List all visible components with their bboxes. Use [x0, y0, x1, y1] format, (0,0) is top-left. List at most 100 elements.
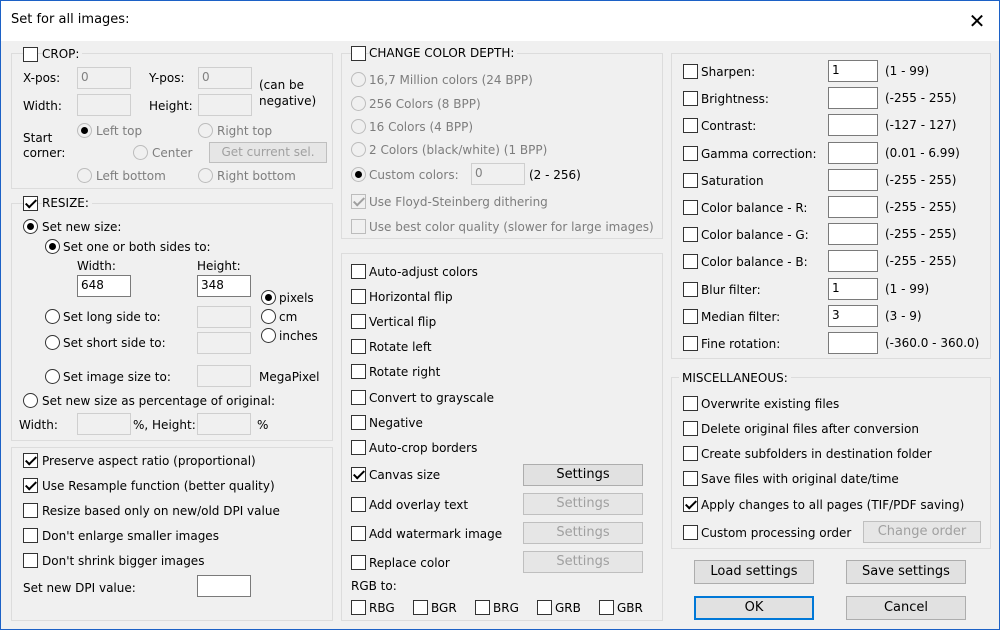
get-current-selection-button[interactable]: Get current sel. — [209, 142, 327, 163]
replace-color-checkbox[interactable] — [351, 555, 366, 570]
gamma-checkbox[interactable] — [683, 145, 698, 161]
grb-checkbox[interactable] — [537, 600, 552, 615]
radio-24bpp[interactable] — [351, 72, 366, 87]
custom-order-checkbox[interactable] — [683, 525, 698, 540]
radio-right-bottom[interactable] — [198, 168, 213, 183]
median-input[interactable]: 3 — [828, 304, 878, 327]
resample-checkbox[interactable] — [23, 478, 38, 493]
cb-r-checkbox[interactable] — [683, 200, 698, 215]
watermark-settings-button[interactable]: Settings — [523, 522, 643, 544]
long-side-input[interactable] — [197, 306, 251, 328]
cancel-button[interactable]: Cancel — [846, 596, 966, 620]
subfolders-checkbox[interactable] — [683, 446, 698, 461]
save-settings-button[interactable]: Save settings — [846, 560, 966, 584]
radio-percentage[interactable] — [23, 393, 38, 408]
radio-8bpp[interactable] — [351, 96, 366, 111]
ok-button[interactable]: OK — [694, 596, 814, 620]
negative-checkbox[interactable] — [351, 415, 366, 430]
short-side-input[interactable] — [197, 332, 251, 354]
overlay-settings-button[interactable]: Settings — [523, 493, 643, 515]
dont-enlarge-checkbox[interactable] — [23, 528, 38, 543]
pct-width-input[interactable] — [77, 413, 131, 435]
cb-g-checkbox[interactable] — [683, 227, 698, 243]
load-settings-button[interactable]: Load settings — [694, 560, 814, 584]
custom-colors-input[interactable]: 0 — [471, 163, 525, 185]
cb-b-checkbox[interactable] — [683, 254, 698, 270]
xpos-input[interactable]: 0 — [77, 67, 131, 89]
grayscale-checkbox[interactable] — [351, 390, 366, 405]
median-checkbox[interactable] — [683, 308, 698, 324]
saturation-input[interactable] — [828, 168, 878, 191]
radio-set-one-or-both[interactable] — [45, 239, 60, 254]
radio-cm[interactable] — [261, 309, 276, 324]
floyd-label: Use Floyd-Steinberg dithering — [369, 195, 548, 209]
radio-4bpp[interactable] — [351, 119, 366, 134]
watermark-checkbox[interactable] — [351, 526, 366, 541]
radio-1bpp[interactable] — [351, 142, 366, 157]
apply-all-pages-checkbox[interactable] — [683, 497, 698, 512]
resize-checkbox[interactable] — [23, 196, 38, 211]
gamma-input[interactable] — [828, 141, 878, 164]
preserve-aspect-checkbox[interactable] — [23, 453, 38, 468]
gbr-checkbox[interactable] — [599, 600, 614, 615]
radio-left-bottom[interactable] — [77, 168, 92, 183]
change-order-button[interactable]: Change order — [863, 521, 981, 543]
contrast-checkbox[interactable] — [683, 118, 698, 134]
delete-original-checkbox[interactable] — [683, 421, 698, 436]
rotate-right-checkbox[interactable] — [351, 364, 366, 379]
cm-label: cm — [279, 310, 298, 324]
ypos-input[interactable]: 0 — [198, 67, 252, 89]
floyd-checkbox[interactable] — [351, 194, 366, 209]
canvas-size-checkbox[interactable] — [351, 467, 366, 482]
saturation-checkbox[interactable] — [683, 172, 698, 188]
radio-pixels[interactable] — [261, 290, 276, 305]
color-depth-checkbox[interactable] — [351, 46, 366, 61]
radio-short-side[interactable] — [45, 335, 60, 350]
radio-custom-colors[interactable] — [351, 167, 366, 182]
original-date-checkbox[interactable] — [683, 471, 698, 486]
replace-settings-button[interactable]: Settings — [523, 551, 643, 573]
brightness-checkbox[interactable] — [683, 91, 698, 107]
close-icon[interactable]: ✕ — [959, 7, 995, 35]
cb-g-input[interactable] — [828, 223, 878, 246]
radio-inches[interactable] — [261, 328, 276, 343]
dpi-input[interactable] — [197, 575, 251, 597]
brg-checkbox[interactable] — [475, 600, 490, 615]
radio-long-side[interactable] — [45, 309, 60, 324]
radio-left-top[interactable] — [77, 123, 92, 138]
resize-height-input[interactable]: 348 — [197, 275, 251, 297]
dpi-only-checkbox[interactable] — [23, 503, 38, 518]
dont-shrink-checkbox[interactable] — [23, 553, 38, 568]
rbg-checkbox[interactable] — [351, 600, 366, 615]
hflip-checkbox[interactable] — [351, 289, 366, 304]
autocrop-checkbox[interactable] — [351, 440, 366, 455]
contrast-input[interactable] — [828, 114, 878, 137]
blur-input[interactable]: 1 — [828, 277, 878, 300]
cb-b-input[interactable] — [828, 250, 878, 273]
sharpen-input[interactable]: 1 — [828, 60, 878, 82]
fine-rot-input[interactable] — [828, 332, 878, 354]
brightness-input[interactable] — [828, 87, 878, 110]
radio-set-new-size[interactable] — [23, 219, 38, 234]
overlay-text-checkbox[interactable] — [351, 497, 366, 512]
vflip-checkbox[interactable] — [351, 314, 366, 329]
radio-image-size[interactable] — [45, 369, 60, 384]
sharpen-checkbox[interactable] — [683, 64, 698, 79]
overwrite-checkbox[interactable] — [683, 396, 698, 411]
resize-width-input[interactable]: 648 — [77, 275, 131, 297]
rotate-left-checkbox[interactable] — [351, 339, 366, 354]
radio-right-top[interactable] — [198, 123, 213, 138]
blur-checkbox[interactable] — [683, 281, 698, 297]
best-quality-checkbox[interactable] — [351, 219, 366, 234]
cb-r-input[interactable] — [828, 196, 878, 218]
crop-height-input[interactable] — [198, 94, 252, 116]
crop-width-input[interactable] — [77, 94, 131, 116]
image-size-input[interactable] — [197, 365, 251, 387]
pct-height-input[interactable] — [197, 413, 251, 435]
canvas-settings-button[interactable]: Settings — [523, 464, 643, 486]
auto-adjust-checkbox[interactable] — [351, 264, 366, 279]
fine-rot-checkbox[interactable] — [683, 336, 698, 351]
crop-checkbox[interactable] — [23, 47, 38, 62]
radio-center[interactable] — [133, 145, 148, 160]
bgr-checkbox[interactable] — [413, 600, 428, 615]
